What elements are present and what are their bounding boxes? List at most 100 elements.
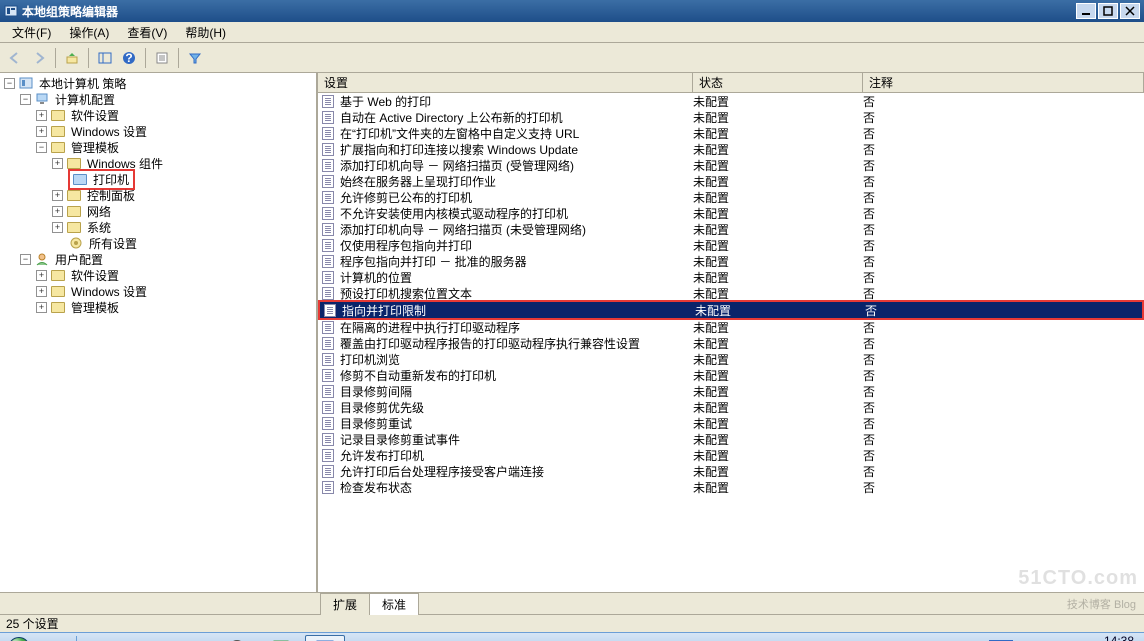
expand-icon[interactable]: +: [36, 110, 47, 121]
cell-status: 未配置: [693, 205, 863, 222]
tree-label: 用户配置: [53, 251, 105, 268]
help-button[interactable]: ?: [118, 47, 140, 69]
cell-status: 未配置: [693, 269, 863, 286]
expand-icon[interactable]: +: [52, 190, 63, 201]
filter-button[interactable]: [184, 47, 206, 69]
forward-button[interactable]: [28, 47, 50, 69]
list-row[interactable]: 程序包指向并打印 － 批准的服务器未配置否: [318, 253, 1144, 269]
list-row[interactable]: 添加打印机向导 － 网络扫描页 (未受管理网络)未配置否: [318, 221, 1144, 237]
cell-comment: 否: [863, 93, 1144, 110]
tree-root[interactable]: − 本地计算机 策略: [0, 75, 316, 91]
taskbar: 开始 >_ EN 14:38 2016/3/3: [0, 632, 1144, 641]
task-services[interactable]: [217, 635, 257, 641]
list-row[interactable]: 检查发布状态未配置否: [318, 479, 1144, 495]
tree-user-config[interactable]: − 用户配置: [0, 251, 316, 267]
list-row[interactable]: 基于 Web 的打印未配置否: [318, 93, 1144, 109]
column-comment[interactable]: 注释: [863, 73, 1144, 92]
cell-status: 未配置: [693, 253, 863, 270]
tree-all-settings[interactable]: 所有设置: [0, 235, 316, 251]
show-hide-tree-button[interactable]: [94, 47, 116, 69]
task-explorer[interactable]: [173, 635, 213, 641]
tree-computer-config[interactable]: − 计算机配置: [0, 91, 316, 107]
list-row[interactable]: 记录目录修剪重试事件未配置否: [318, 431, 1144, 447]
tree-admin-templates-user[interactable]: + 管理模板: [0, 299, 316, 315]
task-gpedit[interactable]: [305, 635, 345, 641]
start-button[interactable]: 开始: [4, 635, 70, 641]
list-row[interactable]: 允许发布打印机未配置否: [318, 447, 1144, 463]
policy-item-icon: [320, 304, 340, 317]
list-row[interactable]: 覆盖由打印驱动程序报告的打印驱动程序执行兼容性设置未配置否: [318, 335, 1144, 351]
list-row[interactable]: 自动在 Active Directory 上公布新的打印机未配置否: [318, 109, 1144, 125]
minimize-button[interactable]: [1076, 3, 1096, 19]
collapse-icon[interactable]: −: [4, 78, 15, 89]
expand-icon[interactable]: +: [52, 222, 63, 233]
list-row[interactable]: 目录修剪重试未配置否: [318, 415, 1144, 431]
tree-control-panel[interactable]: + 控制面板: [0, 187, 316, 203]
tree-admin-templates[interactable]: − 管理模板: [0, 139, 316, 155]
cell-setting: 基于 Web 的打印: [338, 93, 693, 110]
collapse-icon[interactable]: −: [20, 254, 31, 265]
policy-item-icon: [318, 465, 338, 478]
close-button[interactable]: [1120, 3, 1140, 19]
list-row[interactable]: 指向并打印限制未配置否: [320, 302, 1142, 318]
cell-comment: 否: [863, 125, 1144, 142]
tree-windows-settings[interactable]: + Windows 设置: [0, 123, 316, 139]
cell-setting: 在“打印机”文件夹的左窗格中自定义支持 URL: [338, 125, 693, 142]
expand-icon[interactable]: +: [36, 302, 47, 313]
column-setting[interactable]: 设置: [318, 73, 693, 92]
cell-status: 未配置: [693, 415, 863, 432]
tree-windows-settings-user[interactable]: + Windows 设置: [0, 283, 316, 299]
clock-time[interactable]: 14:38: [1087, 635, 1134, 641]
expand-icon[interactable]: +: [36, 286, 47, 297]
list-row[interactable]: 添加打印机向导 － 网络扫描页 (受管理网络)未配置否: [318, 157, 1144, 173]
collapse-icon[interactable]: −: [20, 94, 31, 105]
column-status[interactable]: 状态: [693, 73, 863, 92]
tree-software-settings[interactable]: + 软件设置: [0, 107, 316, 123]
list-row[interactable]: 打印机浏览未配置否: [318, 351, 1144, 367]
tree-windows-components[interactable]: + Windows 组件: [0, 155, 316, 171]
computer-icon: [34, 92, 50, 106]
back-button[interactable]: [4, 47, 26, 69]
collapse-icon[interactable]: −: [36, 142, 47, 153]
list-row[interactable]: 目录修剪优先级未配置否: [318, 399, 1144, 415]
folder-icon: [66, 204, 82, 218]
list-row[interactable]: 修剪不自动重新发布的打印机未配置否: [318, 367, 1144, 383]
list-row[interactable]: 计算机的位置未配置否: [318, 269, 1144, 285]
list-row[interactable]: 预设打印机搜索位置文本未配置否: [318, 285, 1144, 301]
menu-help[interactable]: 帮助(H): [177, 22, 234, 43]
tree-printers[interactable]: 打印机: [0, 171, 316, 187]
tree-pane[interactable]: − 本地计算机 策略 − 计算机配置 + 软件设置 + Windows 设置 −…: [0, 73, 318, 592]
maximize-button[interactable]: [1098, 3, 1118, 19]
list-row[interactable]: 在“打印机”文件夹的左窗格中自定义支持 URL未配置否: [318, 125, 1144, 141]
list-row[interactable]: 目录修剪间隔未配置否: [318, 383, 1144, 399]
expand-icon[interactable]: +: [52, 206, 63, 217]
expand-icon[interactable]: +: [36, 126, 47, 137]
tree-software-settings-user[interactable]: + 软件设置: [0, 267, 316, 283]
policy-item-icon: [318, 191, 338, 204]
expand-icon[interactable]: +: [52, 158, 63, 169]
list-row[interactable]: 扩展指向和打印连接以搜索 Windows Update未配置否: [318, 141, 1144, 157]
list-row[interactable]: 允许修剪已公布的打印机未配置否: [318, 189, 1144, 205]
task-powershell[interactable]: >_: [129, 635, 169, 641]
menu-view[interactable]: 查看(V): [119, 22, 175, 43]
cell-setting: 程序包指向并打印 － 批准的服务器: [338, 253, 693, 270]
up-button[interactable]: [61, 47, 83, 69]
settings-list[interactable]: 基于 Web 的打印未配置否自动在 Active Directory 上公布新的…: [318, 93, 1144, 592]
menu-action[interactable]: 操作(A): [61, 22, 117, 43]
list-row[interactable]: 不允许安装使用内核模式驱动程序的打印机未配置否: [318, 205, 1144, 221]
list-row[interactable]: 允许打印后台处理程序接受客户端连接未配置否: [318, 463, 1144, 479]
menu-file[interactable]: 文件(F): [4, 22, 59, 43]
cell-setting: 目录修剪优先级: [338, 399, 693, 416]
list-row[interactable]: 在隔离的进程中执行打印驱动程序未配置否: [318, 319, 1144, 335]
tab-extended[interactable]: 扩展: [320, 593, 370, 615]
task-regedit[interactable]: [261, 635, 301, 641]
list-row[interactable]: 始终在服务器上呈现打印作业未配置否: [318, 173, 1144, 189]
properties-button[interactable]: [151, 47, 173, 69]
task-server-manager[interactable]: [85, 635, 125, 641]
tree-system[interactable]: + 系统: [0, 219, 316, 235]
expand-icon[interactable]: +: [36, 270, 47, 281]
tree-network[interactable]: + 网络: [0, 203, 316, 219]
tab-standard[interactable]: 标准: [369, 593, 419, 615]
menubar: 文件(F) 操作(A) 查看(V) 帮助(H): [0, 22, 1144, 43]
list-row[interactable]: 仅使用程序包指向并打印未配置否: [318, 237, 1144, 253]
